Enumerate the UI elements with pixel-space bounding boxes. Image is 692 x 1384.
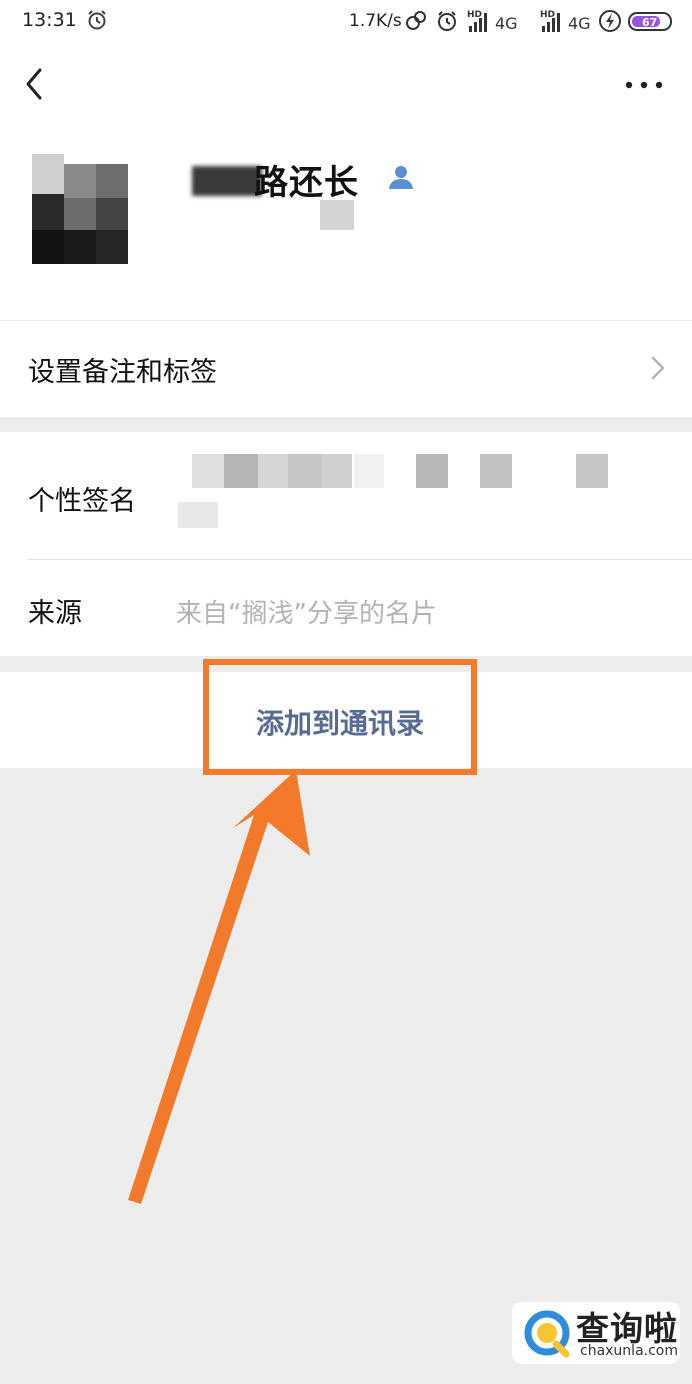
- chevron-right-icon: [651, 356, 665, 380]
- profile-nickname: 路还长: [254, 163, 359, 203]
- link-icon: [406, 11, 426, 30]
- status-icons: HD 4G HD 4G 67: [406, 10, 672, 33]
- highlight-annotation: [203, 659, 477, 775]
- status-time: 13:31: [22, 9, 77, 31]
- nickname-redacted: [192, 166, 262, 196]
- svg-text:4G: 4G: [568, 14, 591, 33]
- more-icon[interactable]: [624, 80, 664, 90]
- svg-text:4G: 4G: [495, 14, 518, 33]
- signal-icon: HD 4G: [540, 10, 591, 33]
- source-value: 来自“搁浅”分享的名片: [176, 599, 437, 629]
- signal-icon: HD 4G: [467, 10, 518, 33]
- battery-icon: 67: [628, 12, 672, 31]
- charging-icon: [599, 10, 621, 32]
- signature-label: 个性签名: [28, 486, 136, 517]
- alarm-icon: [438, 11, 456, 31]
- signature-redacted: [178, 454, 608, 528]
- remark-label: 设置备注和标签: [28, 357, 217, 388]
- watermark-logo: [524, 1310, 570, 1358]
- source-label: 来源: [28, 598, 82, 629]
- net-speed: 1.7K/s: [349, 11, 402, 31]
- back-icon[interactable]: [22, 66, 48, 102]
- account-id-redacted: [320, 200, 354, 230]
- contact-icon: [389, 166, 413, 189]
- row-divider: [28, 559, 692, 560]
- avatar[interactable]: [28, 154, 128, 264]
- svg-text:67: 67: [642, 16, 657, 29]
- watermark-url: chaxunla.com: [580, 1343, 678, 1359]
- alarm-icon: [88, 10, 106, 30]
